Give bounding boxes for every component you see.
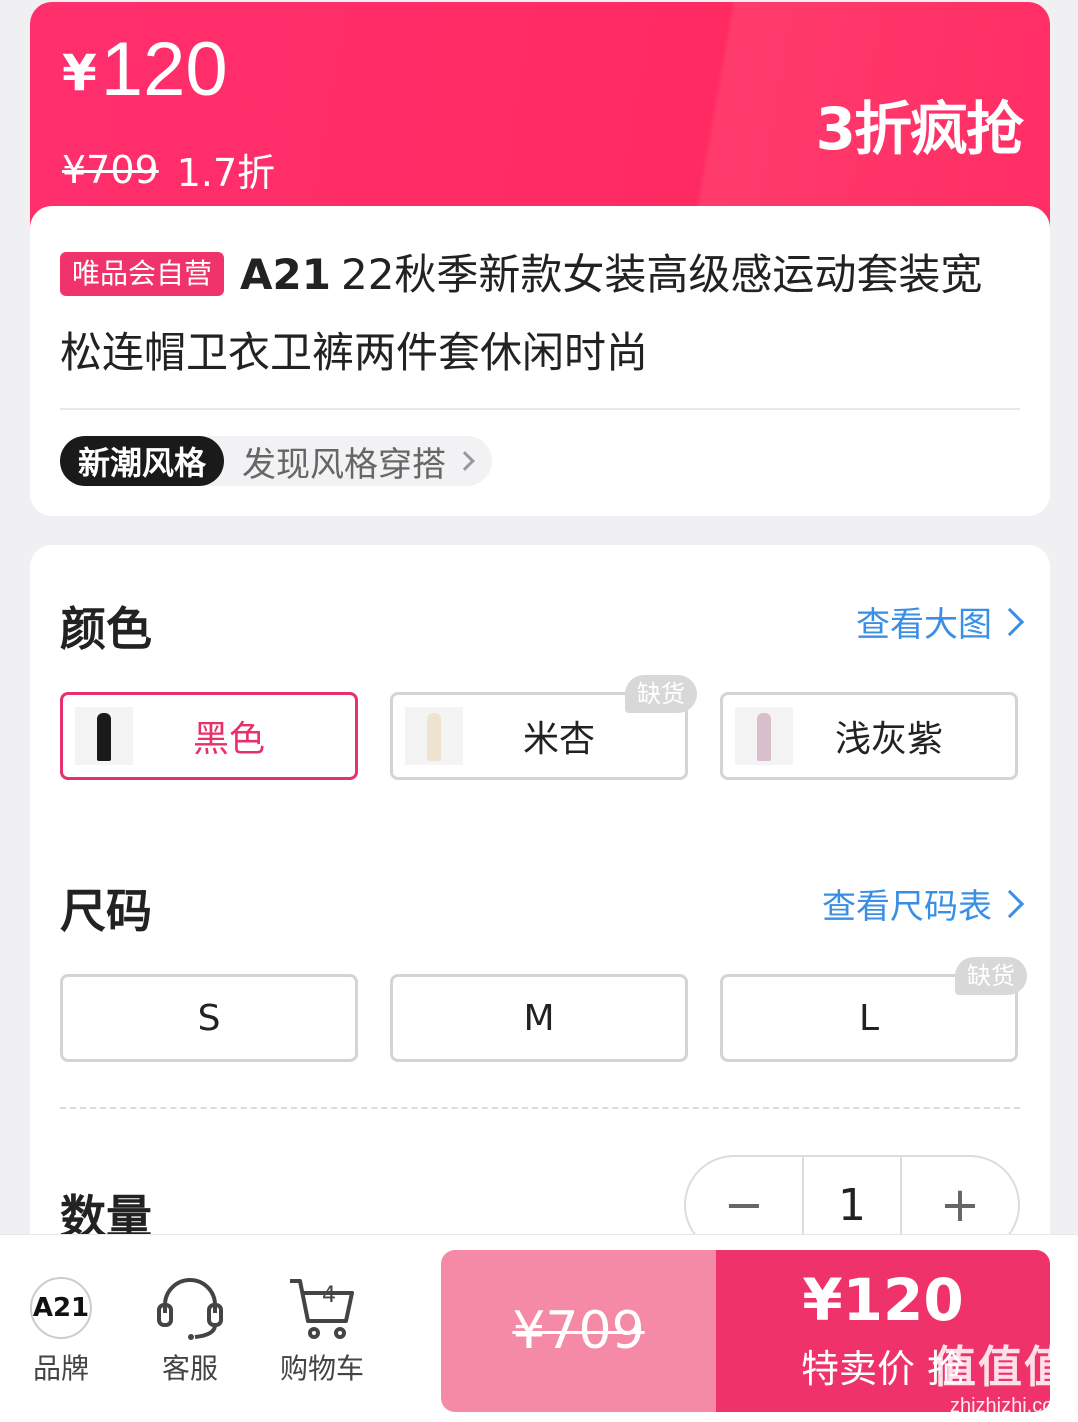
out-of-stock-badge: 缺货 — [955, 957, 1027, 995]
size-section-title: 尺码 — [60, 884, 152, 938]
headset-icon — [155, 1275, 225, 1341]
product-title: 唯品会自营 A21 22秋季新款女装高级感运动套装宽松连帽卫衣卫裤两件套休闲时尚 — [60, 236, 1020, 392]
original-price: ¥709 — [62, 147, 159, 192]
style-link-text: 发现风格穿搭 — [242, 444, 447, 485]
size-option-m[interactable]: M — [390, 974, 688, 1062]
style-outfit-link[interactable]: 新潮风格 发现风格穿搭 — [60, 436, 493, 486]
cart-count: 4 — [322, 1283, 336, 1308]
view-large-image-text: 查看大图 — [856, 605, 992, 645]
size-chart-text: 查看尺码表 — [822, 887, 992, 927]
style-badge: 新潮风格 — [60, 436, 225, 486]
buy-price: ¥120 — [802, 1265, 964, 1334]
color-section-title: 颜色 — [60, 602, 152, 656]
dashed-divider — [60, 1107, 1020, 1109]
watermark-url: zhizhizhi.com — [949, 1395, 1070, 1417]
color-option-label: 米杏 — [522, 719, 595, 760]
beige-thumbnail — [405, 707, 463, 765]
original-price-row: ¥709 1.7折 — [62, 142, 275, 197]
black-thumbnail — [75, 707, 133, 765]
customer-service-button[interactable]: 客服 — [155, 1275, 225, 1387]
brand-nav-button[interactable]: A21 品牌 — [30, 1275, 92, 1387]
buy-original-price-text: ¥709 — [512, 1301, 645, 1361]
promo-label: 3折疯抢 — [815, 95, 1024, 163]
size-option-l[interactable]: L 缺货 — [720, 957, 1027, 1062]
product-title-card: 唯品会自营 A21 22秋季新款女装高级感运动套装宽松连帽卫衣卫裤两件套休闲时尚 新… — [30, 206, 1050, 516]
color-option-black[interactable]: 黑色 — [60, 692, 358, 780]
divider — [60, 408, 1020, 410]
cart-icon: 4 — [286, 1275, 358, 1341]
cart-button[interactable]: 4 购物车 — [280, 1275, 364, 1387]
out-of-stock-badge: 缺货 — [625, 675, 697, 713]
light-purple-thumbnail — [735, 707, 793, 765]
size-option-label: S — [197, 997, 221, 1039]
bottom-action-bar: A21 品牌 客服 4 购物车 ¥709 ¥120 特卖价 抢 值值值 zhiz… — [0, 1234, 1078, 1422]
chevron-right-icon — [995, 607, 1025, 636]
customer-service-label: 客服 — [161, 1352, 218, 1385]
chevron-right-icon — [455, 451, 475, 471]
color-option-label: 浅灰紫 — [834, 719, 943, 760]
brand-logo-icon: A21 — [30, 1277, 92, 1339]
watermark-logo: 值值值 — [932, 1343, 1070, 1392]
size-option-label: M — [523, 997, 555, 1039]
current-price: ¥ 120 — [62, 32, 228, 108]
price-value: 120 — [100, 27, 228, 112]
color-option-beige[interactable]: 米杏 缺货 — [390, 675, 697, 780]
product-brand: A21 — [240, 250, 331, 299]
cart-label: 购物车 — [280, 1352, 365, 1385]
currency-symbol: ¥ — [62, 44, 97, 102]
chevron-right-icon — [995, 889, 1025, 918]
size-option-s[interactable]: S — [60, 974, 358, 1062]
buy-original-price: ¥709 — [441, 1250, 716, 1412]
color-option-light-purple[interactable]: 浅灰紫 — [720, 692, 1018, 780]
watermark: 值值值 zhizhizhi.com — [932, 1331, 1070, 1418]
brand-nav-label: 品牌 — [32, 1352, 89, 1385]
discount-rate: 1.7折 — [176, 151, 276, 195]
view-large-image-link[interactable]: 查看大图 — [856, 597, 1025, 646]
size-option-label: L — [858, 997, 880, 1039]
color-option-label: 黑色 — [192, 719, 265, 760]
size-chart-link[interactable]: 查看尺码表 — [822, 879, 1025, 928]
self-operated-tag: 唯品会自营 — [60, 252, 225, 296]
